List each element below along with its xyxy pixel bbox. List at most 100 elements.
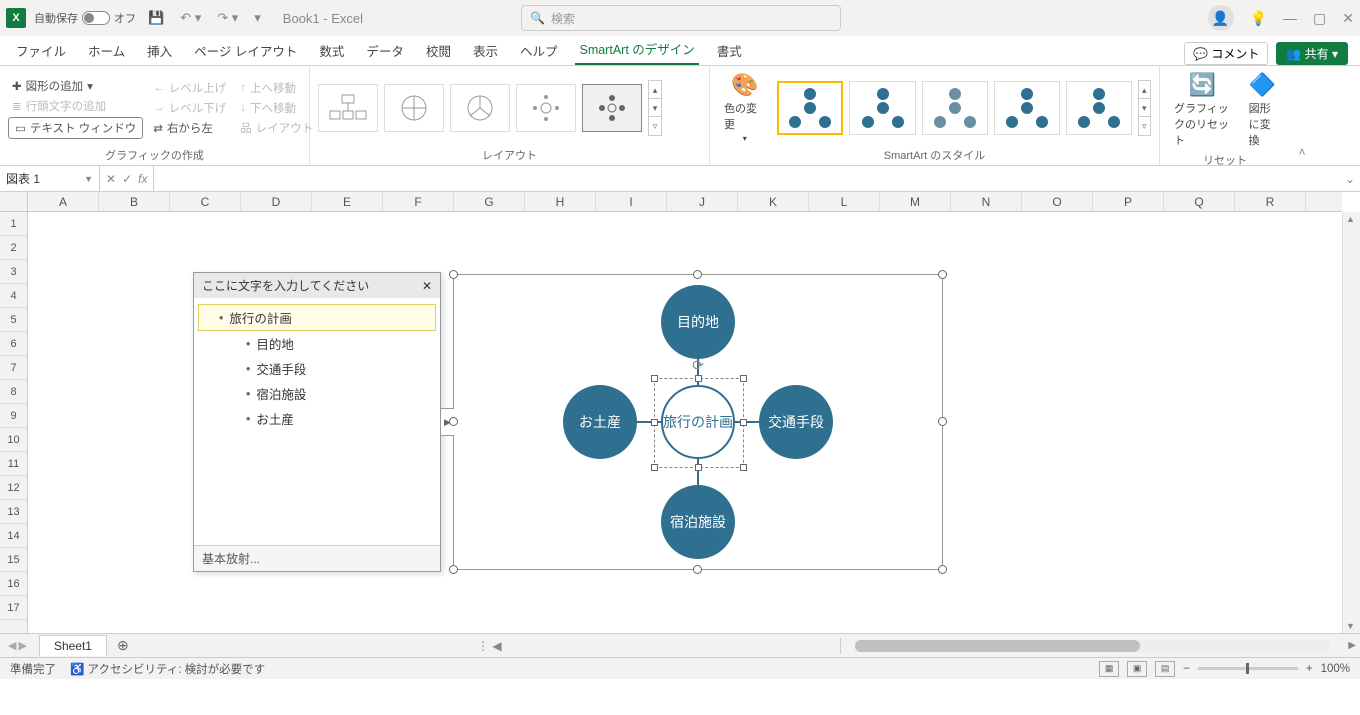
row-header[interactable]: 13 — [0, 500, 27, 524]
fx-icon[interactable]: fx — [138, 172, 147, 186]
style-option-3[interactable] — [922, 81, 988, 135]
node-handle[interactable] — [651, 464, 658, 471]
node-handle[interactable] — [740, 375, 747, 382]
layout-option-4[interactable] — [516, 84, 576, 132]
zoom-level[interactable]: 100% — [1321, 663, 1350, 675]
row-header[interactable]: 4 — [0, 284, 27, 308]
column-header[interactable]: L — [809, 192, 880, 211]
layout-option-1[interactable] — [318, 84, 378, 132]
share-button[interactable]: 👥 共有 ▾ — [1276, 42, 1348, 65]
smartart-object[interactable]: ▶ 目的地 交通手段 宿泊施設 お土産 ⟳ 旅行の計画 — [453, 274, 943, 570]
horizontal-scrollbar[interactable]: ▶ — [840, 638, 1360, 654]
text-pane-header[interactable]: ここに文字を入力してください ✕ — [194, 273, 440, 298]
add-shape-button[interactable]: ✚ 図形の追加 ▾ — [8, 77, 143, 95]
qat-more-icon[interactable]: ▾ — [250, 10, 265, 26]
cancel-formula-icon[interactable]: ✕ — [106, 172, 116, 186]
tab-formulas[interactable]: 数式 — [315, 36, 348, 65]
layout-option-5-selected[interactable] — [582, 84, 642, 132]
column-header[interactable]: C — [170, 192, 241, 211]
maximize-button[interactable]: ▢ — [1313, 10, 1326, 27]
tab-format[interactable]: 書式 — [713, 36, 746, 65]
node-handle[interactable] — [651, 419, 658, 426]
column-header[interactable]: E — [312, 192, 383, 211]
reset-graphic-button[interactable]: 🔄グラフィックのリセット — [1168, 70, 1237, 150]
node-handle[interactable] — [740, 419, 747, 426]
tab-data[interactable]: データ — [362, 36, 408, 65]
rotate-handle-icon[interactable]: ⟳ — [692, 357, 704, 374]
text-window-button[interactable]: ▭ テキスト ウィンドウ — [8, 117, 143, 139]
tab-review[interactable]: 校閲 — [422, 36, 455, 65]
row-header[interactable]: 11 — [0, 452, 27, 476]
smartart-node-bottom[interactable]: 宿泊施設 — [661, 485, 735, 559]
node-handle[interactable] — [695, 375, 702, 382]
autosave-toggle[interactable]: 自動保存 オフ — [34, 10, 136, 26]
column-header[interactable]: F — [383, 192, 454, 211]
style-gallery-spinner[interactable]: ▴▾▿ — [1138, 80, 1151, 136]
node-handle[interactable] — [651, 375, 658, 382]
tab-insert[interactable]: 挿入 — [143, 36, 176, 65]
add-sheet-button[interactable]: ⊕ — [107, 637, 139, 654]
column-header[interactable]: G — [454, 192, 525, 211]
text-pane-item[interactable]: •目的地 — [198, 331, 436, 356]
smartart-node-right[interactable]: 交通手段 — [759, 385, 833, 459]
sheet-scroll-menu[interactable]: ⋮ ◀ — [471, 639, 508, 653]
style-option-2[interactable] — [849, 81, 915, 135]
smartart-text-pane[interactable]: ここに文字を入力してください ✕ •旅行の計画•目的地•交通手段•宿泊施設•お土… — [193, 272, 441, 572]
view-page-layout-button[interactable]: ▣ — [1127, 661, 1147, 677]
smartart-node-left[interactable]: お土産 — [563, 385, 637, 459]
text-pane-item[interactable]: •お土産 — [198, 406, 436, 431]
row-header[interactable]: 5 — [0, 308, 27, 332]
right-to-left-button[interactable]: ⇄ 右から左 — [149, 119, 230, 137]
node-handle[interactable] — [740, 464, 747, 471]
accessibility-status[interactable]: ♿ アクセシビリティ: 検討が必要です — [70, 661, 265, 677]
close-button[interactable]: ✕ — [1342, 10, 1354, 27]
text-pane-item[interactable]: •交通手段 — [198, 356, 436, 381]
row-header[interactable]: 8 — [0, 380, 27, 404]
select-all-corner[interactable] — [0, 192, 28, 212]
tab-page-layout[interactable]: ページ レイアウト — [190, 36, 301, 65]
row-header[interactable]: 17 — [0, 596, 27, 620]
style-option-5[interactable] — [1066, 81, 1132, 135]
column-header[interactable]: J — [667, 192, 738, 211]
tab-home[interactable]: ホーム — [84, 36, 129, 65]
text-pane-item[interactable]: •宿泊施設 — [198, 381, 436, 406]
smartart-node-top[interactable]: 目的地 — [661, 285, 735, 359]
column-header[interactable]: P — [1093, 192, 1164, 211]
layout-gallery-spinner[interactable]: ▴▾▿ — [648, 80, 662, 136]
column-header[interactable]: M — [880, 192, 951, 211]
node-handle[interactable] — [695, 464, 702, 471]
minimize-button[interactable]: — — [1283, 10, 1297, 26]
style-option-1-selected[interactable] — [777, 81, 843, 135]
row-header[interactable]: 14 — [0, 524, 27, 548]
column-header[interactable]: D — [241, 192, 312, 211]
zoom-in-button[interactable]: + — [1306, 663, 1313, 675]
row-header[interactable]: 9 — [0, 404, 27, 428]
text-pane-item[interactable]: •旅行の計画 — [198, 304, 436, 331]
redo-icon[interactable]: ↷ ▾ — [213, 10, 242, 26]
sheet-nav-buttons[interactable]: ◀▶ — [0, 639, 35, 652]
row-header[interactable]: 15 — [0, 548, 27, 572]
formula-input[interactable] — [154, 166, 1340, 191]
tab-help[interactable]: ヘルプ — [516, 36, 562, 65]
tab-view[interactable]: 表示 — [469, 36, 502, 65]
column-header[interactable]: N — [951, 192, 1022, 211]
convert-to-shapes-button[interactable]: 🔷図形に変換 — [1243, 70, 1282, 150]
name-box[interactable]: 図表 1▼ — [0, 166, 100, 191]
ribbon-collapse-button[interactable]: ˄ — [1290, 66, 1314, 165]
tab-file[interactable]: ファイル — [12, 36, 70, 65]
accept-formula-icon[interactable]: ✓ — [122, 172, 132, 186]
view-normal-button[interactable]: ▦ — [1099, 661, 1119, 677]
autosave-switch[interactable] — [82, 11, 110, 25]
row-header[interactable]: 1 — [0, 212, 27, 236]
undo-icon[interactable]: ↶ ▾ — [176, 10, 205, 26]
comments-button[interactable]: 💬 コメント — [1184, 42, 1268, 65]
save-icon[interactable]: 💾 — [144, 10, 168, 26]
change-colors-button[interactable]: 🎨色の変更▾ — [718, 70, 771, 145]
text-pane-close-icon[interactable]: ✕ — [422, 279, 432, 293]
row-header[interactable]: 6 — [0, 332, 27, 356]
sheet-tab-sheet1[interactable]: Sheet1 — [39, 635, 107, 656]
layout-option-2[interactable] — [384, 84, 444, 132]
row-header[interactable]: 7 — [0, 356, 27, 380]
column-header[interactable]: R — [1235, 192, 1306, 211]
lightbulb-icon[interactable]: 💡 — [1250, 10, 1267, 27]
